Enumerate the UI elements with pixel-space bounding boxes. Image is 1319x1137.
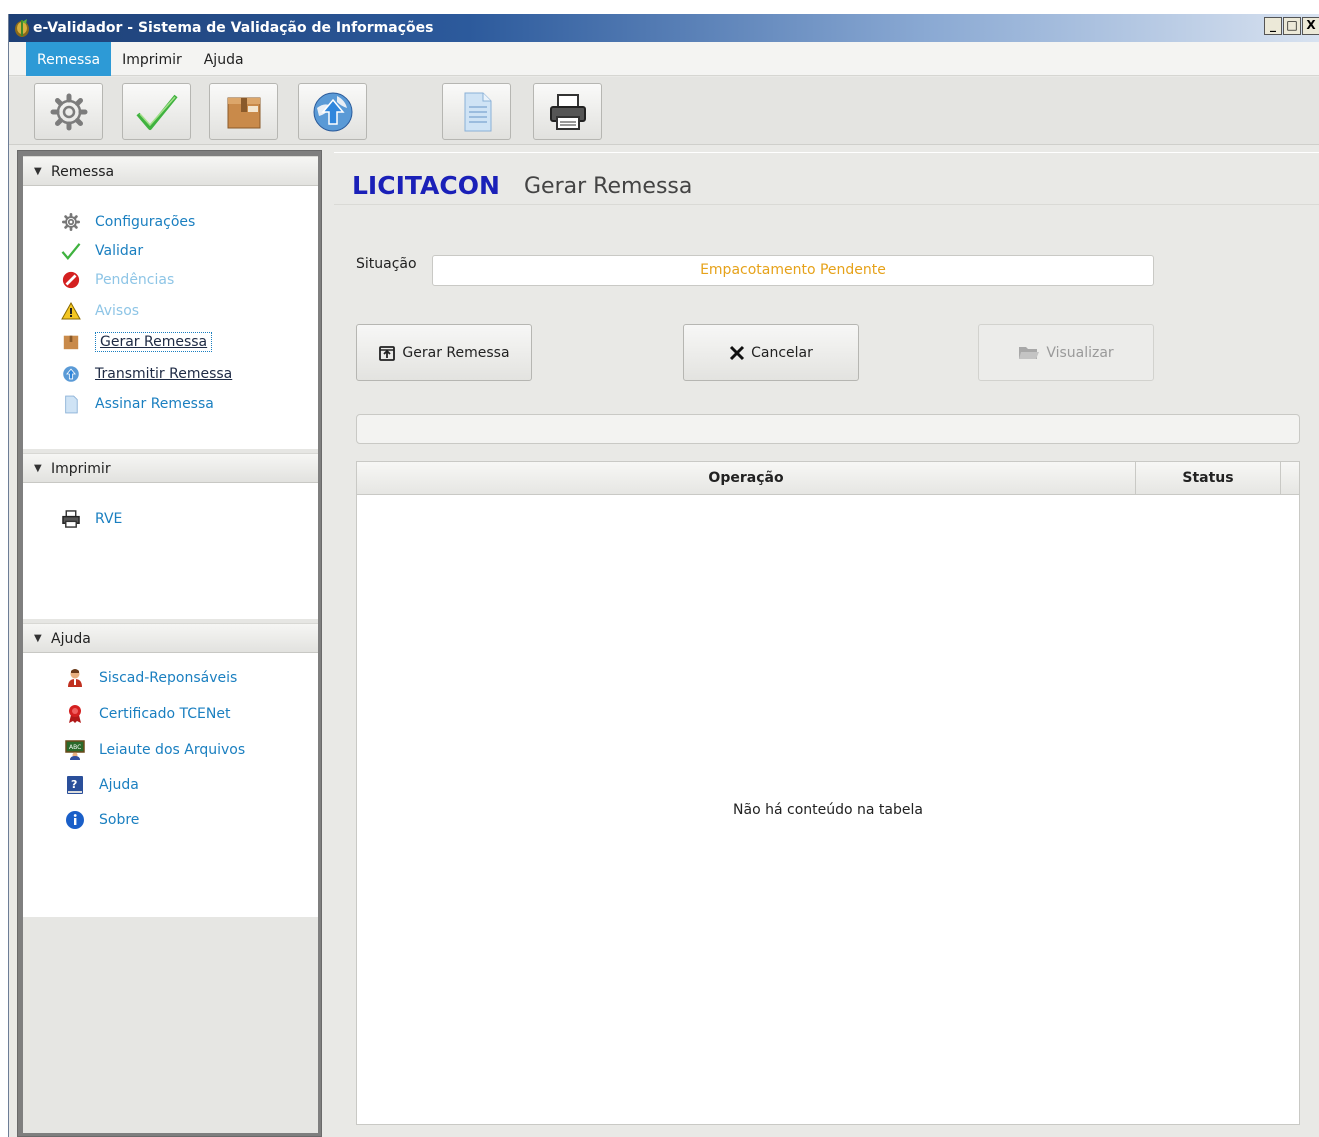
gear-icon [61, 212, 81, 232]
globe-icon [61, 364, 81, 384]
visualizar-button[interactable]: Visualizar [978, 324, 1154, 381]
printer-icon [61, 509, 81, 529]
sidebar-item-avisos[interactable]: Avisos [61, 299, 139, 323]
menu-ajuda[interactable]: Ajuda [193, 42, 255, 76]
cancelar-button[interactable]: Cancelar [683, 324, 859, 381]
sidebar-item-leiaute[interactable]: ABC Leiaute dos Arquivos [65, 738, 245, 762]
gerar-remessa-button[interactable]: Gerar Remessa [356, 324, 532, 381]
package-upload-icon [378, 344, 396, 362]
menu-remessa[interactable]: Remessa [26, 42, 112, 76]
chalkboard-icon: ABC [65, 740, 85, 760]
no-entry-icon [61, 270, 81, 290]
svg-text:ABC: ABC [69, 744, 81, 751]
situacao-field: Empacotamento Pendente [432, 255, 1154, 286]
table-empty-message: Não há conteúdo na tabela [733, 802, 923, 818]
sidebar-item-ajuda[interactable]: ? Ajuda [65, 773, 139, 797]
menu-imprimir[interactable]: Imprimir [111, 42, 193, 76]
checkmark-icon [61, 241, 81, 261]
package-icon [61, 332, 81, 352]
toolbar-imprimir-button[interactable] [533, 83, 602, 140]
sidebar-item-sobre[interactable]: Sobre [65, 808, 139, 832]
page-title: Gerar Remessa [524, 174, 693, 199]
document-icon [61, 394, 81, 414]
maximize-button[interactable]: □ [1283, 17, 1301, 35]
person-icon [65, 668, 85, 688]
sidebar-section-remessa: ▼ Remessa Configurações Validar Pendênci… [23, 156, 318, 449]
sidebar: ▼ Remessa Configurações Validar Pendênci… [17, 150, 322, 1137]
printer-icon [549, 93, 586, 130]
sidebar-section-ajuda: ▼ Ajuda Siscad-Reponsáveis Certificado T… [23, 623, 318, 917]
table-header: Operação Status [357, 462, 1299, 495]
sidebar-item-rve[interactable]: RVE [61, 507, 122, 531]
toolbar-gerar-remessa-button[interactable] [209, 83, 278, 140]
sidebar-header-remessa[interactable]: ▼ Remessa [23, 156, 318, 186]
collapse-arrow-icon: ▼ [34, 463, 42, 474]
main-panel: LICITACON Gerar Remessa Situação Empacot… [334, 152, 1319, 1137]
close-button[interactable]: X [1302, 17, 1319, 35]
svg-text:?: ? [71, 778, 77, 791]
help-book-icon: ? [65, 775, 85, 795]
menu-bar: Remessa Imprimir Ajuda [9, 42, 1319, 76]
globe-upload-icon [313, 92, 352, 131]
situacao-label: Situação [356, 256, 417, 272]
sidebar-item-certificado[interactable]: Certificado TCENet [65, 702, 230, 726]
sidebar-item-pendencias[interactable]: Pendências [61, 268, 174, 292]
close-icon [729, 345, 745, 361]
toolbar [9, 77, 1319, 145]
minimize-button[interactable]: _ [1264, 17, 1282, 35]
sidebar-item-assinar-remessa[interactable]: Assinar Remessa [61, 392, 214, 416]
sidebar-inner: ▼ Remessa Configurações Validar Pendênci… [23, 156, 318, 1133]
column-header-operacao[interactable]: Operação [357, 462, 1136, 495]
progress-bar [356, 414, 1300, 444]
window-title: e-Validador - Sistema de Validação de In… [33, 20, 434, 36]
collapse-arrow-icon: ▼ [34, 633, 42, 644]
sidebar-item-siscad[interactable]: Siscad-Reponsáveis [65, 666, 237, 690]
column-header-status[interactable]: Status [1136, 462, 1281, 495]
operations-table: Operação Status Não há conteúdo na tabel… [356, 461, 1300, 1125]
sidebar-item-gerar-remessa[interactable]: Gerar Remessa [61, 330, 213, 354]
sidebar-item-transmitir-remessa[interactable]: Transmitir Remessa [61, 362, 232, 386]
app-logo-icon [13, 18, 31, 38]
page-header: LICITACON Gerar Remessa [334, 165, 1319, 205]
toolbar-configuracoes-button[interactable] [34, 83, 103, 140]
sidebar-item-validar[interactable]: Validar [61, 239, 143, 263]
sidebar-item-configuracoes[interactable]: Configurações [61, 210, 195, 234]
page-brand: LICITACON [352, 171, 500, 200]
sidebar-section-imprimir: ▼ Imprimir RVE [23, 453, 318, 619]
checkmark-icon [135, 94, 178, 130]
ribbon-icon [65, 704, 85, 724]
warning-icon [61, 301, 81, 321]
folder-open-icon [1018, 345, 1040, 361]
toolbar-validar-button[interactable] [122, 83, 191, 140]
window-controls: _ □ X [1264, 17, 1319, 35]
info-icon [65, 810, 85, 830]
title-bar[interactable]: e-Validador - Sistema de Validação de In… [9, 14, 1319, 42]
toolbar-assinar-button[interactable] [442, 83, 511, 140]
package-icon [227, 97, 260, 128]
sidebar-header-ajuda[interactable]: ▼ Ajuda [23, 623, 318, 653]
toolbar-transmitir-button[interactable] [298, 83, 367, 140]
collapse-arrow-icon: ▼ [34, 166, 42, 177]
gear-icon [50, 93, 87, 130]
app-window: e-Validador - Sistema de Validação de In… [8, 14, 1319, 1137]
document-icon [464, 92, 491, 131]
sidebar-header-imprimir[interactable]: ▼ Imprimir [23, 453, 318, 483]
